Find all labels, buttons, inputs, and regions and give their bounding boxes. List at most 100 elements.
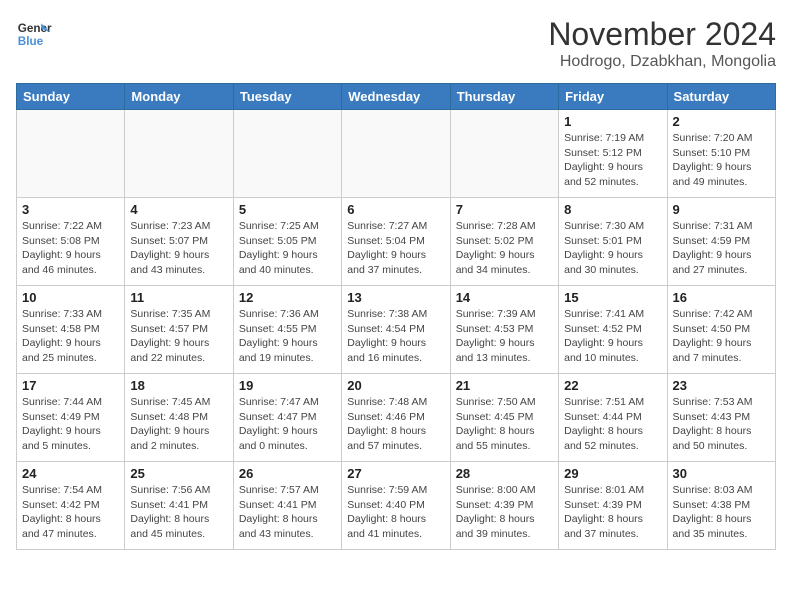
calendar-cell: 24 Sunrise: 7:54 AM Sunset: 4:42 PM Dayli… (17, 462, 125, 550)
day-info: Sunrise: 7:57 AM Sunset: 4:41 PM Dayligh… (239, 483, 336, 542)
calendar-cell: 10 Sunrise: 7:33 AM Sunset: 4:58 PM Dayli… (17, 286, 125, 374)
day-info: Sunrise: 7:27 AM Sunset: 5:04 PM Dayligh… (347, 219, 444, 278)
day-number: 15 (564, 290, 661, 305)
calendar-cell: 21 Sunrise: 7:50 AM Sunset: 4:45 PM Dayli… (450, 374, 558, 462)
calendar-cell: 9 Sunrise: 7:31 AM Sunset: 4:59 PM Daylig… (667, 198, 775, 286)
calendar-cell (450, 110, 558, 198)
day-number: 13 (347, 290, 444, 305)
day-info: Sunrise: 7:30 AM Sunset: 5:01 PM Dayligh… (564, 219, 661, 278)
day-number: 9 (673, 202, 770, 217)
day-info: Sunrise: 8:03 AM Sunset: 4:38 PM Dayligh… (673, 483, 770, 542)
calendar-cell: 14 Sunrise: 7:39 AM Sunset: 4:53 PM Dayli… (450, 286, 558, 374)
week-row-3: 10 Sunrise: 7:33 AM Sunset: 4:58 PM Dayli… (17, 286, 776, 374)
day-info: Sunrise: 7:48 AM Sunset: 4:46 PM Dayligh… (347, 395, 444, 454)
day-number: 21 (456, 378, 553, 393)
day-info: Sunrise: 7:59 AM Sunset: 4:40 PM Dayligh… (347, 483, 444, 542)
day-info: Sunrise: 7:20 AM Sunset: 5:10 PM Dayligh… (673, 131, 770, 190)
calendar-cell: 8 Sunrise: 7:30 AM Sunset: 5:01 PM Daylig… (559, 198, 667, 286)
day-number: 26 (239, 466, 336, 481)
calendar-cell: 3Sunrise: 7:22 AM Sunset: 5:08 PM Daylig… (17, 198, 125, 286)
calendar-cell (125, 110, 233, 198)
day-number: 12 (239, 290, 336, 305)
calendar-cell: 2Sunrise: 7:20 AM Sunset: 5:10 PM Daylig… (667, 110, 775, 198)
calendar-cell: 13Sunrise: 7:38 AM Sunset: 4:54 PM Dayli… (342, 286, 450, 374)
calendar-cell: 28 Sunrise: 8:00 AM Sunset: 4:39 PM Dayli… (450, 462, 558, 550)
day-number: 4 (130, 202, 227, 217)
day-number: 22 (564, 378, 661, 393)
calendar-cell: 17Sunrise: 7:44 AM Sunset: 4:49 PM Dayli… (17, 374, 125, 462)
week-row-1: 1 Sunrise: 7:19 AM Sunset: 5:12 PM Daylig… (17, 110, 776, 198)
svg-text:General: General (18, 22, 52, 35)
day-info: Sunrise: 7:35 AM Sunset: 4:57 PM Dayligh… (130, 307, 227, 366)
day-info: Sunrise: 7:36 AM Sunset: 4:55 PM Dayligh… (239, 307, 336, 366)
calendar-cell: 22 Sunrise: 7:51 AM Sunset: 4:44 PM Dayli… (559, 374, 667, 462)
calendar-cell: 6Sunrise: 7:27 AM Sunset: 5:04 PM Daylig… (342, 198, 450, 286)
calendar-cell: 11 Sunrise: 7:35 AM Sunset: 4:57 PM Dayli… (125, 286, 233, 374)
header-wednesday: Wednesday (342, 84, 450, 110)
location-title: Hodrogo, Dzabkhan, Mongolia (548, 53, 776, 71)
day-number: 1 (564, 114, 661, 129)
calendar-table: SundayMondayTuesdayWednesdayThursdayFrid… (16, 83, 776, 550)
day-number: 3 (22, 202, 119, 217)
calendar-cell: 18Sunrise: 7:45 AM Sunset: 4:48 PM Dayli… (125, 374, 233, 462)
week-row-2: 3Sunrise: 7:22 AM Sunset: 5:08 PM Daylig… (17, 198, 776, 286)
day-info: Sunrise: 7:44 AM Sunset: 4:49 PM Dayligh… (22, 395, 119, 454)
header: General Blue November 2024 Hodrogo, Dzab… (16, 16, 776, 71)
calendar-cell: 5 Sunrise: 7:25 AM Sunset: 5:05 PM Daylig… (233, 198, 341, 286)
header-thursday: Thursday (450, 84, 558, 110)
day-info: Sunrise: 7:33 AM Sunset: 4:58 PM Dayligh… (22, 307, 119, 366)
calendar-cell: 19Sunrise: 7:47 AM Sunset: 4:47 PM Dayli… (233, 374, 341, 462)
calendar-cell: 12 Sunrise: 7:36 AM Sunset: 4:55 PM Dayli… (233, 286, 341, 374)
day-info: Sunrise: 7:39 AM Sunset: 4:53 PM Dayligh… (456, 307, 553, 366)
day-info: Sunrise: 7:51 AM Sunset: 4:44 PM Dayligh… (564, 395, 661, 454)
calendar-cell: 16Sunrise: 7:42 AM Sunset: 4:50 PM Dayli… (667, 286, 775, 374)
day-info: Sunrise: 7:50 AM Sunset: 4:45 PM Dayligh… (456, 395, 553, 454)
calendar-cell: 4 Sunrise: 7:23 AM Sunset: 5:07 PM Daylig… (125, 198, 233, 286)
calendar-cell: 1 Sunrise: 7:19 AM Sunset: 5:12 PM Daylig… (559, 110, 667, 198)
calendar-cell: 30Sunrise: 8:03 AM Sunset: 4:38 PM Dayli… (667, 462, 775, 550)
header-tuesday: Tuesday (233, 84, 341, 110)
day-info: Sunrise: 7:23 AM Sunset: 5:07 PM Dayligh… (130, 219, 227, 278)
day-info: Sunrise: 7:42 AM Sunset: 4:50 PM Dayligh… (673, 307, 770, 366)
week-row-5: 24 Sunrise: 7:54 AM Sunset: 4:42 PM Dayli… (17, 462, 776, 550)
day-number: 5 (239, 202, 336, 217)
logo-icon: General Blue (16, 16, 52, 52)
day-number: 18 (130, 378, 227, 393)
day-info: Sunrise: 7:31 AM Sunset: 4:59 PM Dayligh… (673, 219, 770, 278)
day-info: Sunrise: 7:19 AM Sunset: 5:12 PM Dayligh… (564, 131, 661, 190)
day-number: 11 (130, 290, 227, 305)
day-number: 14 (456, 290, 553, 305)
title-area: November 2024 Hodrogo, Dzabkhan, Mongoli… (548, 16, 776, 71)
header-monday: Monday (125, 84, 233, 110)
calendar-cell: 23Sunrise: 7:53 AM Sunset: 4:43 PM Dayli… (667, 374, 775, 462)
day-info: Sunrise: 8:01 AM Sunset: 4:39 PM Dayligh… (564, 483, 661, 542)
day-info: Sunrise: 7:25 AM Sunset: 5:05 PM Dayligh… (239, 219, 336, 278)
week-row-4: 17Sunrise: 7:44 AM Sunset: 4:49 PM Dayli… (17, 374, 776, 462)
day-info: Sunrise: 7:56 AM Sunset: 4:41 PM Dayligh… (130, 483, 227, 542)
day-number: 7 (456, 202, 553, 217)
svg-text:Blue: Blue (18, 35, 44, 48)
header-friday: Friday (559, 84, 667, 110)
calendar-cell: 29 Sunrise: 8:01 AM Sunset: 4:39 PM Dayli… (559, 462, 667, 550)
calendar-cell (233, 110, 341, 198)
calendar-cell (17, 110, 125, 198)
day-number: 19 (239, 378, 336, 393)
calendar-header-row: SundayMondayTuesdayWednesdayThursdayFrid… (17, 84, 776, 110)
day-number: 8 (564, 202, 661, 217)
day-number: 29 (564, 466, 661, 481)
day-number: 10 (22, 290, 119, 305)
logo: General Blue (16, 16, 52, 52)
calendar-cell: 25 Sunrise: 7:56 AM Sunset: 4:41 PM Dayli… (125, 462, 233, 550)
day-number: 24 (22, 466, 119, 481)
day-number: 23 (673, 378, 770, 393)
header-saturday: Saturday (667, 84, 775, 110)
day-number: 25 (130, 466, 227, 481)
day-number: 28 (456, 466, 553, 481)
day-info: Sunrise: 7:41 AM Sunset: 4:52 PM Dayligh… (564, 307, 661, 366)
day-number: 20 (347, 378, 444, 393)
month-title: November 2024 (548, 16, 776, 53)
calendar-cell: 15 Sunrise: 7:41 AM Sunset: 4:52 PM Dayli… (559, 286, 667, 374)
calendar-cell: 26 Sunrise: 7:57 AM Sunset: 4:41 PM Dayli… (233, 462, 341, 550)
day-info: Sunrise: 7:54 AM Sunset: 4:42 PM Dayligh… (22, 483, 119, 542)
day-info: Sunrise: 8:00 AM Sunset: 4:39 PM Dayligh… (456, 483, 553, 542)
